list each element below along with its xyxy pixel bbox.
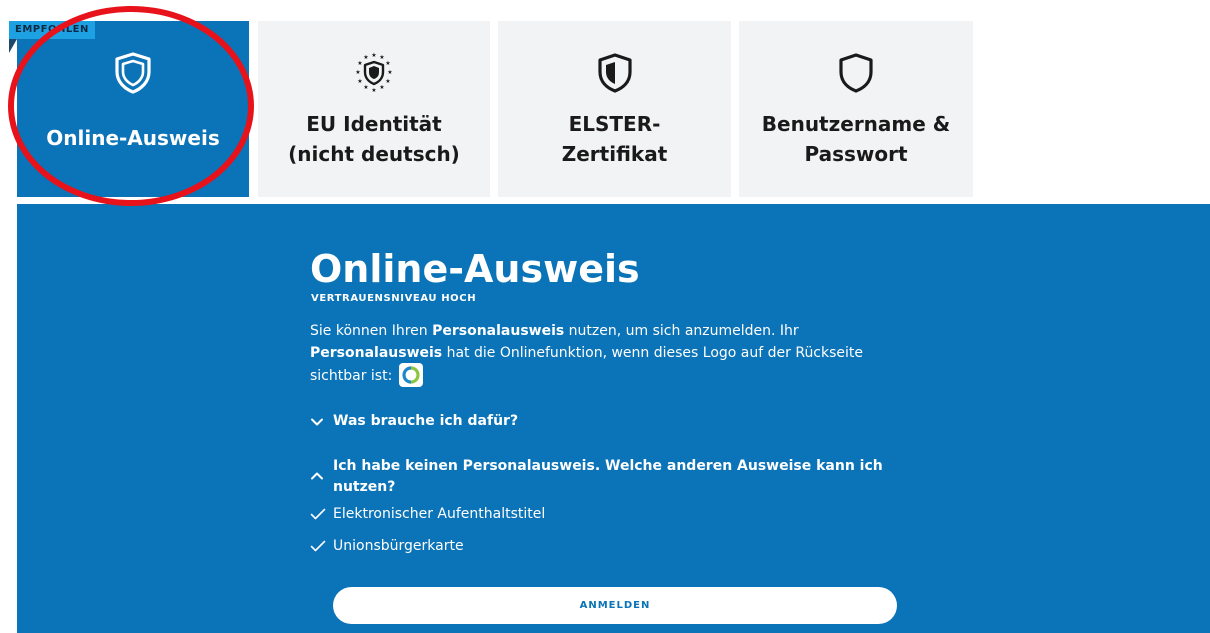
svg-text:★: ★ (371, 52, 376, 59)
svg-text:★: ★ (385, 78, 390, 85)
svg-text:★: ★ (357, 78, 362, 85)
list-item: Unionsbürgerkarte (310, 536, 464, 556)
eu-stars-shield-icon: ★ ★ ★ ★ ★ ★ ★ ★ ★ ★ ★ ★ (350, 49, 398, 97)
list-item-label: Unionsbürgerkarte (333, 538, 464, 554)
shield-outline-icon (832, 49, 880, 97)
recommended-badge: EMPFOHLEN (9, 21, 95, 39)
desc-text: nutzen, um sich anzumelden. Ihr (564, 323, 799, 339)
checkmark-icon (310, 508, 326, 520)
accordion-label: Ich habe keinen Personalausweis. Welche … (333, 458, 883, 495)
page-title: Online-Ausweis (310, 247, 640, 291)
svg-text:★: ★ (363, 84, 368, 91)
list-item-label: Elektronischer Aufenthaltstitel (333, 506, 546, 522)
content-panel: Online-Ausweis VERTRAUENSNIVEAU HOCH Sie… (17, 204, 1210, 633)
trust-level: VERTRAUENSNIVEAU HOCH (311, 293, 477, 304)
tab-label: EU Identität (nicht deutsch) (288, 112, 460, 166)
shield-icon (109, 49, 157, 97)
tab-eu-identitaet[interactable]: ★ ★ ★ ★ ★ ★ ★ ★ ★ ★ ★ ★ EU Identität (ni… (258, 21, 490, 197)
desc-text: Sie können Ihren (310, 323, 433, 339)
badge-fold (9, 39, 17, 53)
accordion-other-ids[interactable]: Ich habe keinen Personalausweis. Welche … (310, 456, 893, 498)
desc-bold: Personalausweis (432, 323, 565, 339)
description: Sie können Ihren Personalausweis nutzen,… (310, 320, 890, 388)
svg-text:★: ★ (357, 60, 362, 67)
tab-label: Online-Ausweis (46, 126, 220, 150)
tab-online-ausweis[interactable]: Online-Ausweis (17, 21, 249, 197)
svg-text:★: ★ (371, 87, 376, 94)
tab-elster-zertifikat[interactable]: ELSTER- Zertifikat (498, 21, 731, 197)
svg-text:★: ★ (379, 84, 384, 91)
svg-text:★: ★ (379, 54, 384, 61)
half-shield-icon (591, 49, 639, 97)
desc-bold: Personalausweis (310, 345, 443, 361)
list-item: Elektronischer Aufenthaltstitel (310, 504, 545, 524)
svg-text:★: ★ (385, 60, 390, 67)
eid-logo-icon (398, 363, 423, 387)
svg-text:★: ★ (387, 69, 392, 76)
login-method-page: Online-Ausweis ★ ★ ★ ★ ★ ★ ★ ★ ★ ★ ★ ★ E… (0, 0, 1210, 633)
tab-label: Benutzername & Passwort (761, 112, 951, 166)
tab-benutzername-passwort[interactable]: Benutzername & Passwort (739, 21, 973, 197)
svg-text:★: ★ (355, 69, 360, 76)
login-button[interactable]: ANMELDEN (333, 587, 897, 624)
chevron-down-icon (311, 418, 323, 426)
tab-label: ELSTER- Zertifikat (561, 112, 668, 166)
checkmark-icon (310, 540, 326, 552)
accordion-label: Was brauche ich dafür? (333, 413, 519, 429)
accordion-what-do-i-need[interactable]: Was brauche ich dafür? (310, 411, 893, 432)
svg-text:★: ★ (363, 54, 368, 61)
chevron-up-icon (311, 472, 323, 480)
